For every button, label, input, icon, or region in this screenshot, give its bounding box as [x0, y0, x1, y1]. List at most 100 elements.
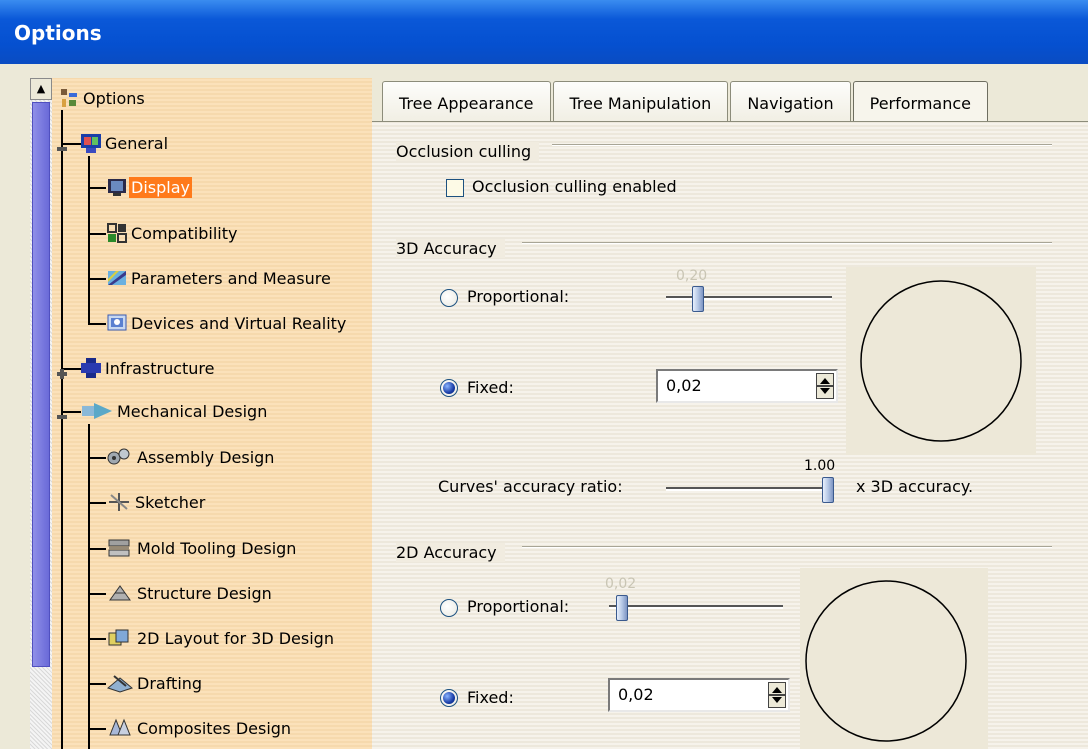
occlusion-checkbox-label: Occlusion culling enabled — [472, 177, 677, 196]
tab-performance[interactable]: Performance — [852, 81, 988, 124]
accuracy-2d-preview — [800, 568, 988, 749]
tree-item-sketcher[interactable]: Sketcher — [106, 489, 207, 515]
tree-branch — [88, 728, 106, 730]
tree-item-label: Options — [83, 88, 145, 108]
tree-item-label: General — [105, 133, 169, 153]
tree-branch — [88, 683, 106, 685]
tree-item-display[interactable]: Display — [106, 174, 192, 200]
assembly-icon — [106, 446, 134, 468]
mechanical-design-icon — [80, 400, 114, 422]
tree-item-mold-tooling[interactable]: Mold Tooling Design — [106, 535, 298, 561]
tree-item-label: Devices and Virtual Reality — [131, 313, 347, 333]
devices-icon — [106, 312, 128, 334]
window-title: Options — [14, 21, 102, 45]
tree-item-label: Drafting — [137, 673, 203, 693]
group-divider — [522, 242, 1052, 244]
group-divider — [522, 546, 1052, 548]
parameters-icon — [106, 267, 128, 289]
proportional-2d-radio[interactable] — [440, 599, 458, 617]
curves-ratio-suffix: x 3D accuracy. — [856, 477, 974, 496]
spin-arrows-icon[interactable] — [768, 682, 786, 708]
proportional-3d-radio[interactable] — [440, 289, 458, 307]
accuracy-2d-title: 2D Accuracy — [396, 543, 505, 562]
tree-item-label: 2D Layout for 3D Design — [137, 628, 334, 648]
spin-arrows-icon[interactable] — [816, 373, 834, 399]
tree-item-options[interactable]: Options — [58, 85, 147, 111]
tree-item-2d-layout[interactable]: 2D Layout for 3D Design — [106, 625, 336, 651]
layout-icon — [106, 627, 134, 649]
proportional-2d-value: 0,02 — [605, 576, 637, 592]
proportional-3d-slider-track[interactable] — [666, 296, 832, 300]
fixed-3d-spinbox[interactable]: 0,02 — [656, 369, 838, 403]
tree-item-drafting[interactable]: Drafting — [106, 670, 204, 696]
fixed-3d-radio[interactable] — [440, 379, 458, 397]
infrastructure-icon — [80, 357, 102, 379]
tab-strip: Tree Appearance Tree Manipulation Naviga… — [382, 81, 990, 124]
tree-branch — [88, 638, 106, 640]
proportional-2d-slider-thumb[interactable] — [616, 595, 628, 621]
tree-item-assembly-design[interactable]: Assembly Design — [106, 444, 276, 470]
tree-item-label: Infrastructure — [105, 358, 215, 378]
general-icon — [80, 132, 102, 154]
collapse-icon[interactable] — [57, 139, 67, 151]
tab-tree-appearance[interactable]: Tree Appearance — [382, 81, 551, 121]
options-content: Tree Appearance Tree Manipulation Naviga… — [372, 78, 1088, 749]
performance-panel: Occlusion culling Occlusion culling enab… — [372, 121, 1088, 749]
tab-tree-manipulation[interactable]: Tree Manipulation — [552, 81, 729, 121]
accuracy-3d-title: 3D Accuracy — [396, 239, 505, 258]
tree-item-compatibility[interactable]: Compatibility — [106, 220, 239, 246]
tree-branch — [88, 548, 106, 550]
fixed-2d-input[interactable]: 0,02 — [618, 685, 654, 704]
window-title-bar[interactable]: Options — [0, 0, 1088, 64]
fixed-2d-spinbox[interactable]: 0,02 — [608, 678, 790, 712]
mold-icon — [106, 537, 134, 559]
tree-line-mechanical — [88, 424, 90, 749]
occlusion-group-title: Occlusion culling — [396, 142, 540, 161]
fixed-3d-label: Fixed: — [467, 378, 514, 397]
curves-ratio-slider-track[interactable] — [666, 487, 834, 491]
tree-branch — [88, 323, 106, 325]
scroll-up-button[interactable]: ▲ — [30, 78, 52, 100]
sketcher-icon — [106, 491, 132, 513]
proportional-3d-slider-thumb[interactable] — [692, 286, 704, 312]
tree-item-general[interactable]: General — [80, 130, 170, 156]
fixed-3d-input[interactable]: 0,02 — [666, 376, 702, 395]
display-icon — [106, 176, 128, 198]
proportional-2d-slider-track[interactable] — [609, 605, 783, 609]
tree-item-mechanical-design[interactable]: Mechanical Design — [80, 398, 269, 424]
tree-item-infrastructure[interactable]: Infrastructure — [80, 355, 216, 381]
tree-item-label: Compatibility — [131, 223, 238, 243]
tree-item-label: Assembly Design — [137, 447, 275, 467]
collapse-icon[interactable] — [57, 407, 67, 419]
occlusion-checkbox[interactable] — [446, 179, 464, 197]
tree-branch — [88, 233, 106, 235]
tree-item-label: Display — [129, 176, 192, 198]
curves-ratio-slider-thumb[interactable] — [822, 477, 834, 503]
tree-scrollbar[interactable]: ▲ — [30, 78, 52, 749]
tree-item-label: Parameters and Measure — [131, 268, 331, 288]
tree-item-structure-design[interactable]: Structure Design — [106, 580, 274, 606]
options-tree-icon — [58, 87, 80, 109]
curves-ratio-value: 1.00 — [804, 458, 836, 474]
tab-navigation[interactable]: Navigation — [730, 81, 851, 121]
fixed-2d-radio[interactable] — [440, 689, 458, 707]
proportional-2d-label: Proportional: — [467, 597, 570, 616]
tree-branch — [88, 278, 106, 280]
tree-item-devices[interactable]: Devices and Virtual Reality — [106, 310, 348, 336]
group-divider — [552, 144, 1052, 146]
curves-ratio-label: Curves' accuracy ratio: — [438, 477, 623, 496]
proportional-3d-value: 0,20 — [676, 268, 708, 284]
scroll-thumb[interactable] — [32, 102, 50, 667]
tree-item-label: Composites Design — [137, 718, 292, 738]
tree-branch — [88, 187, 106, 189]
compatibility-icon — [106, 222, 128, 244]
fixed-2d-label: Fixed: — [467, 688, 514, 707]
composites-icon — [106, 717, 134, 739]
tree-line-general — [88, 156, 90, 324]
tree-branch — [88, 457, 106, 459]
expand-icon[interactable] — [57, 364, 67, 379]
drafting-icon — [106, 672, 134, 694]
tree-item-composites[interactable]: Composites Design — [106, 715, 293, 741]
tree-item-parameters[interactable]: Parameters and Measure — [106, 265, 333, 291]
options-tree: Options General Display Compatibility Pa… — [52, 78, 372, 749]
